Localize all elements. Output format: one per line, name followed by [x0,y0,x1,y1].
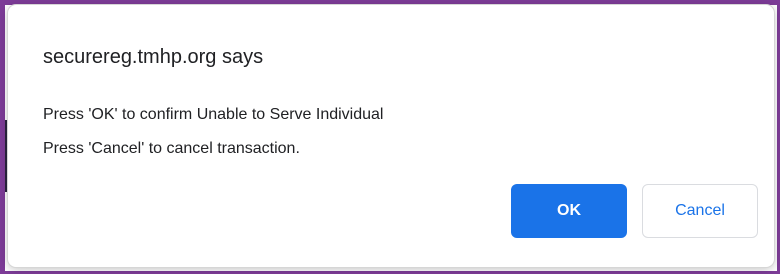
screen: securereg.tmhp.org says Press 'OK' to co… [0,0,780,274]
dialog-message-line: Press 'OK' to confirm Unable to Serve In… [43,106,384,123]
ok-button[interactable]: OK [511,184,627,238]
dialog-message-line: Press 'Cancel' to cancel transaction. [43,140,300,157]
dialog-title: securereg.tmhp.org says [43,46,264,68]
dialog-message: Press 'OK' to confirm Unable to Serve In… [43,98,383,166]
alert-dialog: securereg.tmhp.org says Press 'OK' to co… [8,5,774,267]
cancel-button[interactable]: Cancel [642,184,758,238]
